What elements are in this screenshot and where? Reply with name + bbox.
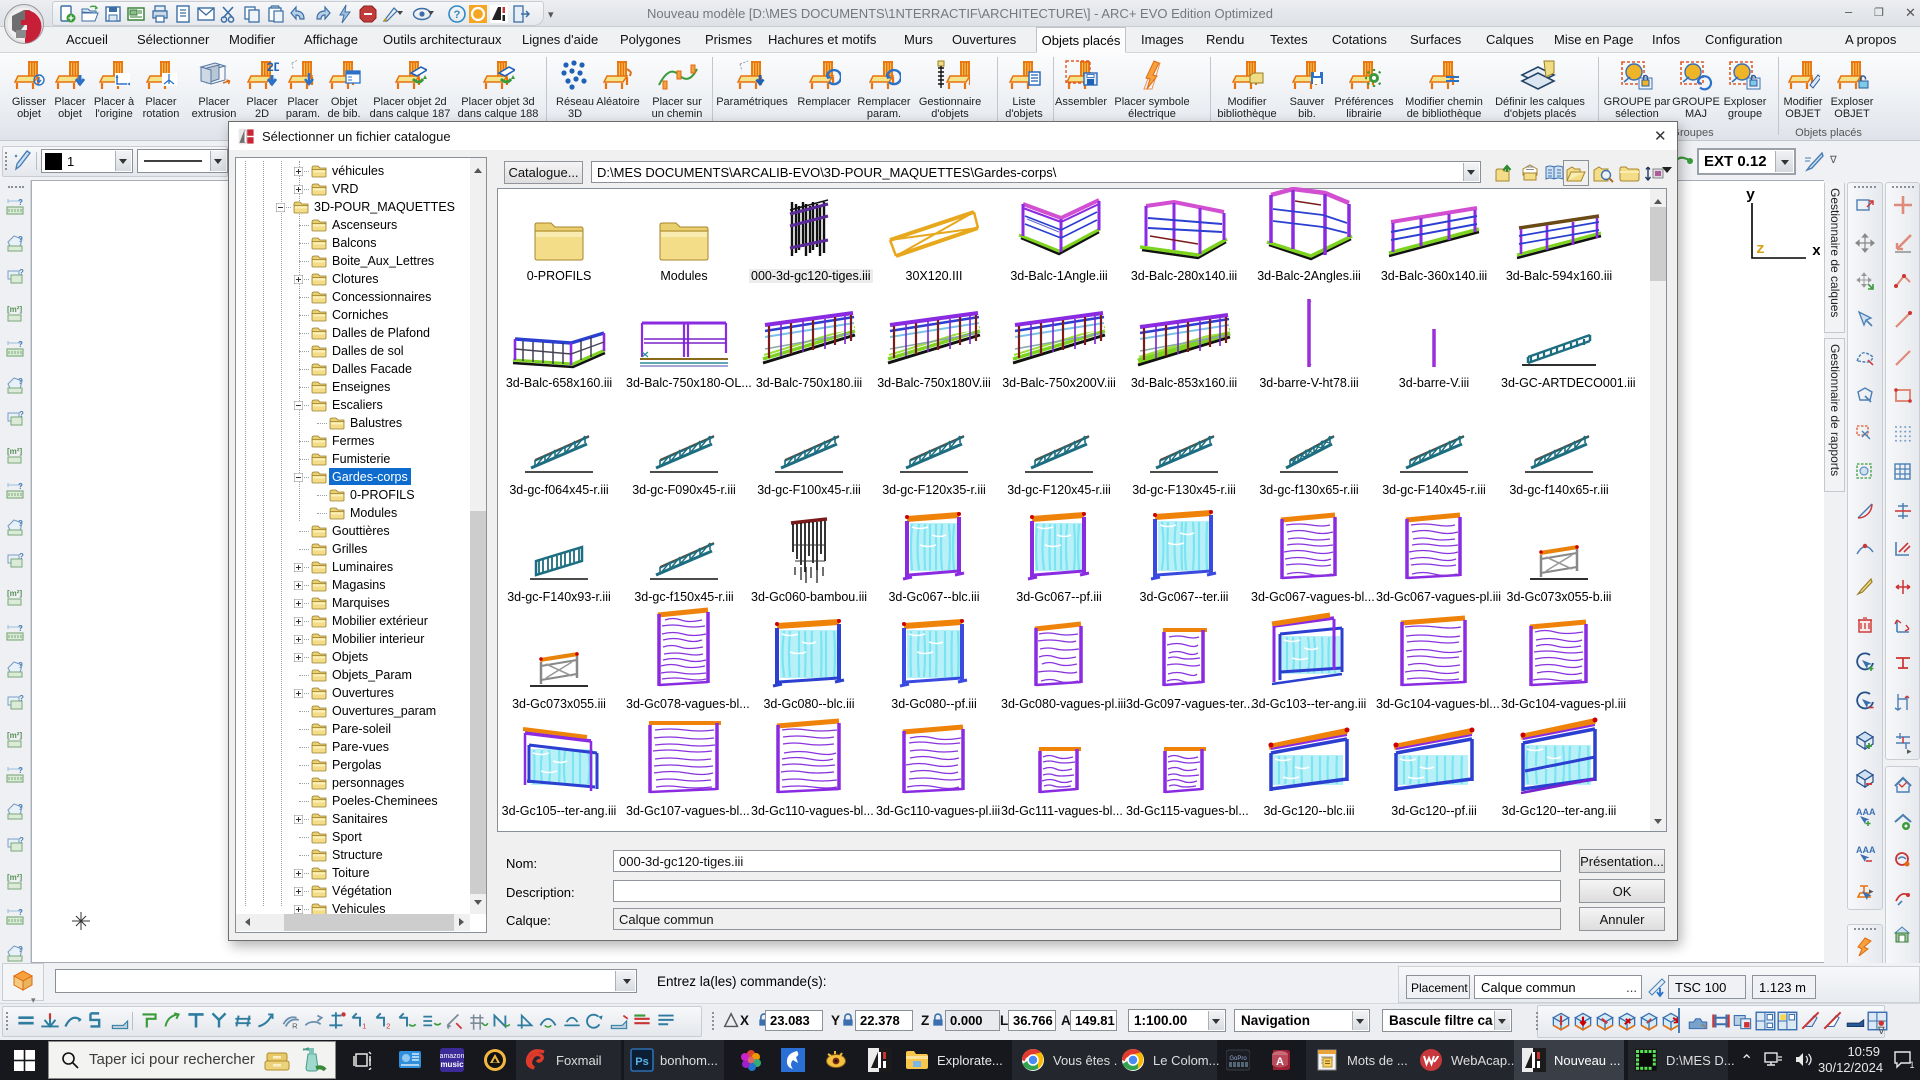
- svg-text:[m²]: [m²]: [7, 447, 22, 456]
- svg-text:?: ?: [18, 340, 23, 349]
- svg-text:?: ?: [18, 377, 23, 386]
- svg-text:?: ?: [18, 198, 23, 207]
- svg-text:y: y: [1746, 187, 1755, 204]
- svg-text:?: ?: [18, 766, 23, 775]
- svg-text:?: ?: [18, 661, 23, 670]
- svg-text:AAA: AAA: [1856, 845, 1876, 855]
- svg-text:[m²]: [m²]: [7, 589, 22, 598]
- svg-text:[m²]: [m²]: [7, 731, 22, 740]
- svg-text:x: x: [1812, 243, 1820, 260]
- svg-text:music: music: [440, 1060, 464, 1069]
- svg-text:A: A: [1276, 1056, 1284, 1068]
- svg-text:[m²]: [m²]: [7, 305, 22, 314]
- svg-text:?: ?: [18, 803, 23, 812]
- svg-text:?: ?: [19, 552, 24, 561]
- svg-text:?: ?: [18, 908, 23, 917]
- svg-text:AAA: AAA: [1856, 807, 1876, 817]
- svg-text:?: ?: [18, 624, 23, 633]
- svg-text:2: 2: [386, 1022, 390, 1031]
- svg-text:amazon: amazon: [440, 1053, 464, 1060]
- svg-text:z: z: [1756, 241, 1765, 258]
- svg-text:1: 1: [1909, 1060, 1914, 1070]
- svg-text:?: ?: [454, 9, 461, 21]
- svg-text:?: ?: [18, 482, 23, 491]
- svg-text:?: ?: [19, 836, 24, 845]
- svg-text:?: ?: [18, 235, 23, 244]
- svg-text:GoPro: GoPro: [1229, 1056, 1247, 1062]
- svg-text:Ps: Ps: [635, 1056, 648, 1068]
- svg-text:1: 1: [362, 1022, 366, 1031]
- svg-text:?: ?: [19, 268, 24, 277]
- svg-text:?: ?: [18, 519, 23, 528]
- svg-text:?: ?: [19, 410, 24, 419]
- svg-text:[m²]: [m²]: [7, 873, 22, 882]
- svg-text:2D: 2D: [267, 60, 279, 74]
- svg-text:?: ?: [18, 945, 23, 954]
- svg-text:R: R: [292, 1022, 298, 1031]
- svg-text:?: ?: [19, 694, 24, 703]
